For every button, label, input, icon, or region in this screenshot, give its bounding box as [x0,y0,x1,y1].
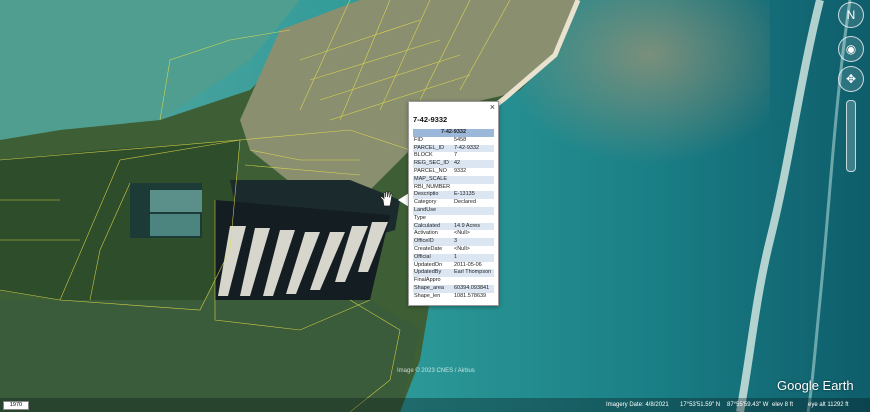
attribute-key: UpdatedOn [414,261,443,268]
attribute-key: FinalAppro [414,277,441,284]
attribute-row: Shape_area 60394.093841 [413,284,494,293]
attribute-value: <Null> [454,245,470,252]
attribute-key: UpdatedBy [413,269,453,278]
attribute-key: PARCEL_NO [414,167,447,174]
attribute-key: MAP_SCALE [413,175,453,184]
eye-altitude-readout: eye alt 11292 ft [808,402,849,408]
attribute-row: BLOCK 7 [413,152,494,160]
attribute-value: 3 [453,238,494,246]
attribute-value [453,184,494,192]
attribute-row: PARCEL_ID 7-42-9332 [413,144,494,153]
attribute-value: 7 [454,152,458,159]
attribute-key: RBI_NUMBER [414,183,451,190]
attribute-row: Calculated 14.9 Acres [413,222,494,231]
longitude-readout: 87°55'59.43" W [727,402,769,408]
attribute-value: 9332 [454,167,467,174]
latitude-readout: 17°53'51.59" N [680,402,721,408]
attribute-table-header-label: 7-42-9332 [413,129,494,137]
attribute-table-header: 7-42-9332 [413,129,494,137]
attribute-row: MAP_SCALE [413,175,494,184]
look-joystick-icon[interactable]: ◉ [838,36,864,62]
google-earth-logo: Google Earth [777,378,854,393]
attribute-key: FID [414,136,423,143]
attribute-row: Activation <Null> [413,230,494,238]
attribute-row: Official 1 [413,253,494,262]
attribute-key: Shape_area [413,284,453,293]
move-joystick-icon[interactable]: ✥ [838,66,864,92]
attribute-table: 7-42-9332 FID 5458 PARCEL_ID 7-42-9332 BLOCK… [413,129,494,301]
imagery-credit: Image © 2023 CNES / Airbus [397,368,475,374]
status-bar: 1970 Imagery Date: 4/8/2021 17°53'51.59"… [0,398,870,412]
attribute-key: OfficeID [413,238,453,246]
attribute-key: Shape_len [414,292,441,299]
compass-icon[interactable]: N [838,2,864,28]
attribute-key: BLOCK [414,152,433,159]
attribute-row: PARCEL_NO 9332 [413,168,494,176]
attribute-value: 2011-05-06 [454,261,482,268]
attribute-key: Category [414,199,437,206]
attribute-row: Type [413,215,494,223]
elevation-readout: elev 8 ft [772,402,794,408]
attribute-value: Earl Thompson [453,269,494,278]
parcel-info-popup: × 7-42-9332 7-42-9332 FID 5458 PARCEL_ID 7-… [408,101,499,306]
zoom-slider[interactable] [846,100,856,172]
attribute-value [453,215,494,223]
hand-cursor-icon [380,191,393,207]
attribute-row: FinalAppro [413,277,494,285]
attribute-value: 1081.578639 [454,292,487,299]
attribute-row: CreateDate <Null> [413,246,494,254]
attribute-row: FID 5458 [413,137,494,145]
attribute-key: CreateDate [414,245,443,252]
attribute-key: Official [413,253,453,262]
attribute-value [453,175,494,184]
attribute-value: Declared [454,199,477,206]
attribute-value: <Null> [454,230,470,237]
attribute-key: REG_SEC_ID [413,160,453,168]
attribute-key: Calculated [413,222,453,231]
attribute-key: Type [414,214,426,221]
attribute-value: 7-42-9332 [453,144,494,153]
attribute-value: 14.9 Acres [453,222,494,231]
attribute-row: Category Declared [413,199,494,207]
popup-title: 7-42-9332 [413,115,448,124]
attribute-key: LandUse [413,206,453,215]
attribute-row: RBI_NUMBER [413,184,494,192]
attribute-row: Shape_len 1081.578639 [413,293,494,301]
attribute-value [453,206,494,215]
attribute-row: UpdatedOn 2011-05-06 [413,262,494,270]
scale-legend: 1970 [3,401,29,410]
attribute-key: PARCEL_ID [413,144,453,153]
attribute-row: REG_SEC_ID 42 [413,160,494,168]
attribute-key: Descriptio [413,191,453,200]
attribute-value [453,277,494,285]
close-icon[interactable]: × [490,103,495,112]
attribute-value: 5458 [454,136,467,143]
attribute-row: LandUse [413,206,494,215]
attribute-row: OfficeID 3 [413,238,494,246]
attribute-value: 1 [453,253,494,262]
attribute-value: E-13135 [453,191,494,200]
attribute-value: 60394.093841 [453,284,494,293]
attribute-row: UpdatedBy Earl Thompson [413,269,494,278]
attribute-row: Descriptio E-13135 [413,191,494,200]
attribute-key: Activation [414,230,438,237]
imagery-date: Imagery Date: 4/8/2021 [606,402,669,408]
attribute-value: 42 [453,160,494,168]
